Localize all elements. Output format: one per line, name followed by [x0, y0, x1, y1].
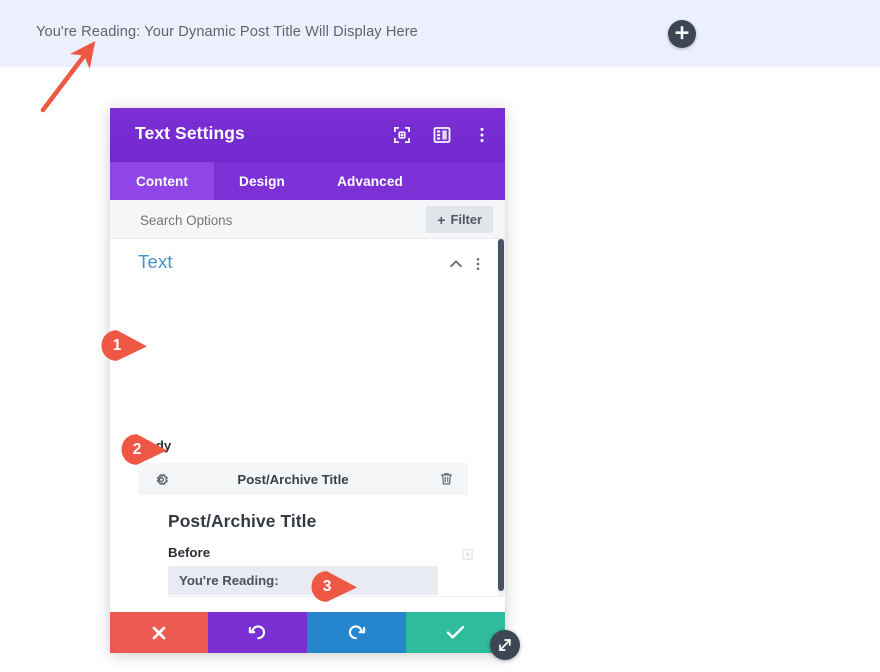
redo-icon: [348, 625, 366, 640]
dynamic-content-value: Post/Archive Title: [237, 471, 349, 487]
modal-title: Text Settings: [135, 123, 245, 143]
trash-icon: [440, 473, 452, 485]
section-more-icon[interactable]: [471, 257, 485, 271]
more-vertical-icon[interactable]: [473, 126, 491, 144]
tab-content[interactable]: Content: [110, 162, 214, 200]
dynamic-content-row[interactable]: Post/Archive Title: [138, 463, 468, 495]
check-icon: [446, 625, 465, 639]
focus-icon[interactable]: [393, 126, 411, 144]
chevron-up-icon[interactable]: [449, 257, 463, 271]
layout-panel-icon[interactable]: [433, 126, 451, 144]
modal-footer: [110, 612, 505, 653]
delete-dynamic-content-button[interactable]: [424, 472, 468, 486]
filter-button[interactable]: + Filter: [426, 206, 493, 233]
resize-diagonal-icon: [499, 639, 511, 651]
undo-icon: [248, 625, 266, 640]
add-section-button[interactable]: [668, 20, 696, 48]
undo-button[interactable]: [208, 612, 307, 653]
modal-header: Text Settings: [110, 108, 505, 162]
callout-number: 3: [322, 577, 332, 595]
modal-tabs: Content Design Advanced: [110, 162, 505, 200]
plus-icon: +: [437, 211, 446, 228]
modal-header-icons: [393, 108, 491, 162]
text-settings-modal: Text Settings Content Design Advanced Se…: [110, 108, 505, 653]
close-icon: [152, 626, 166, 639]
callout-number: 2: [132, 440, 142, 458]
callout-marker-1: 1: [100, 329, 150, 362]
cancel-button[interactable]: [110, 612, 208, 653]
dynamic-panel-title: Post/Archive Title: [168, 511, 317, 531]
screenshot-root: You're Reading: Your Dynamic Post Title …: [0, 0, 880, 672]
callout-marker-3: 3: [310, 570, 360, 603]
site-banner: You're Reading: Your Dynamic Post Title …: [0, 0, 880, 67]
scrollbar-thumb[interactable]: [498, 239, 504, 591]
search-input[interactable]: [138, 212, 438, 229]
before-input[interactable]: [168, 566, 438, 595]
dynamic-content-icon[interactable]: [462, 549, 473, 560]
callout-number: 1: [112, 336, 122, 354]
tab-advanced[interactable]: Advanced: [310, 162, 430, 200]
pointer-arrow: [40, 41, 96, 113]
plus-icon: [675, 26, 689, 40]
filter-button-label: Filter: [450, 212, 482, 227]
modal-body: Text Body Post/: [110, 239, 505, 597]
search-bar: + Filter: [110, 200, 505, 239]
section-title: Text: [138, 251, 173, 272]
before-field-label: Before: [168, 545, 211, 560]
scrollbar-track[interactable]: [497, 239, 505, 597]
tab-design[interactable]: Design: [214, 162, 310, 200]
redo-button[interactable]: [307, 612, 406, 653]
text-section-header: Text: [110, 239, 505, 285]
resize-handle[interactable]: [490, 630, 520, 660]
callout-marker-2: 2: [120, 433, 170, 466]
